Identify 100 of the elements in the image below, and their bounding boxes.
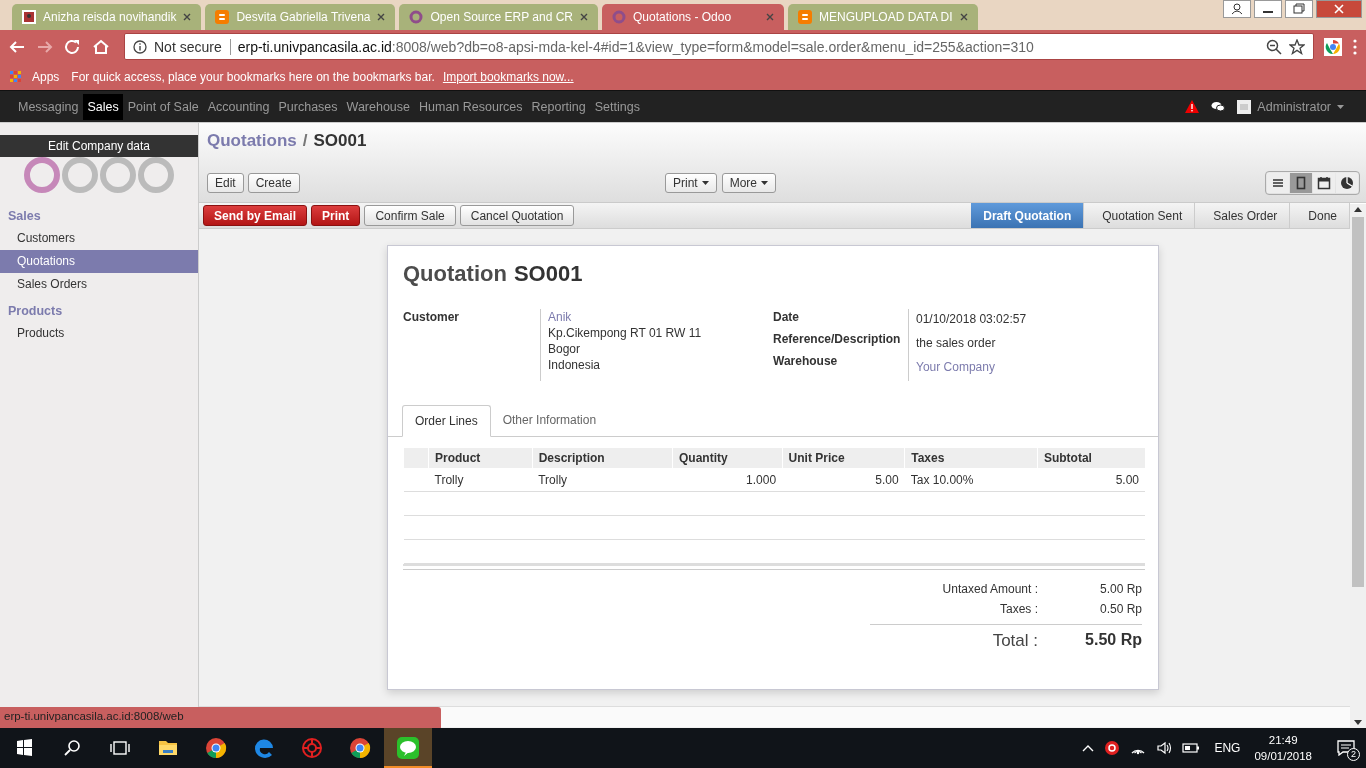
breadcrumb-link[interactable]: Quotations (207, 131, 297, 151)
customer-link[interactable]: Anik (548, 309, 702, 325)
column-header[interactable]: Unit Price (782, 448, 905, 468)
toolbar-button[interactable]: Edit (207, 173, 244, 193)
total-label: Taxes : (999, 602, 1038, 616)
warning-icon[interactable] (1185, 100, 1200, 113)
nav-menu-item[interactable]: Human Resources (415, 93, 527, 120)
scrollbar[interactable] (1350, 204, 1366, 728)
close-icon[interactable] (766, 13, 774, 21)
minimize-icon[interactable] (1254, 0, 1282, 18)
caret-icon (701, 181, 709, 185)
user-icon[interactable] (1223, 0, 1251, 18)
field-value: 01/10/2018 03:02:57 (916, 311, 1027, 327)
pie-chart-icon (1339, 175, 1355, 191)
table-cell: Trolly (532, 468, 673, 492)
field-label: Warehouse (773, 353, 839, 369)
menu-icon[interactable] (1352, 38, 1358, 55)
nav-menu-item[interactable]: Reporting (527, 93, 590, 120)
view-switch-button[interactable] (1290, 173, 1312, 193)
import-bookmarks-link[interactable]: Import bookmarks now... (442, 69, 574, 84)
blogger-icon (215, 10, 230, 24)
table-cell: 5.00 (782, 468, 905, 492)
scroll-up-icon (1354, 207, 1362, 212)
action-button[interactable]: Cancel Quotation (459, 205, 575, 226)
close-icon[interactable] (183, 13, 192, 21)
nav-menu-item[interactable]: Purchases (274, 93, 342, 120)
sidebar-item[interactable]: Sales Orders (0, 273, 198, 296)
column-header[interactable]: Taxes (904, 448, 1038, 468)
status-url: erp-ti.univpancasila.ac.id:8008/web (0, 707, 441, 728)
sidebar-item[interactable]: Customers (0, 227, 198, 250)
form-tab[interactable]: Order Lines (402, 405, 491, 437)
field-link[interactable]: Your Company (916, 357, 1027, 375)
form-title: Quotation (403, 261, 507, 287)
reload-icon[interactable] (64, 38, 82, 55)
sidebar-item[interactable]: Products (0, 322, 198, 345)
volume-icon[interactable] (1156, 741, 1173, 755)
close-icon[interactable] (1316, 0, 1362, 18)
sidebar-item[interactable]: Quotations (0, 250, 198, 273)
edit-company-label[interactable]: Edit Company data (0, 135, 198, 157)
field-value: the sales order (916, 335, 997, 351)
form-tab[interactable]: Other Information (490, 405, 609, 437)
language-indicator[interactable]: ENG (1214, 741, 1241, 755)
user-menu[interactable]: Administrator (1237, 99, 1344, 114)
clock-time[interactable]: 21:49 (1268, 732, 1298, 748)
breadcrumb-separator: / (302, 131, 308, 151)
breadcrumb-current: SO001 (313, 131, 367, 151)
back-icon[interactable] (8, 38, 26, 55)
info-icon (133, 39, 147, 54)
table-cell: 1.000 (672, 468, 783, 492)
zoom-icon[interactable] (1266, 38, 1282, 55)
grand-total-label: Total : (991, 631, 1038, 651)
action-button[interactable]: Confirm Sale (364, 205, 456, 226)
total-value: 5.00 Rp (1098, 582, 1142, 596)
column-header[interactable]: Subtotal (1037, 448, 1145, 468)
close-icon[interactable] (580, 13, 588, 21)
column-header[interactable]: Product (428, 448, 533, 468)
action-button[interactable]: Print (311, 205, 361, 226)
nav-menu-item[interactable]: Sales (83, 93, 123, 120)
extension-icon[interactable] (1324, 37, 1342, 56)
status-stage[interactable]: Draft Quotation (971, 203, 1085, 228)
field-label: Reference/Description (773, 331, 902, 347)
calendar-icon (1316, 175, 1332, 191)
chevron-up-icon[interactable] (1082, 744, 1095, 752)
scroll-down-icon (1354, 720, 1362, 725)
battery-icon[interactable] (1182, 742, 1201, 754)
address-line: Kp.Cikempong RT 01 RW 11 (548, 325, 702, 341)
home-icon[interactable] (92, 38, 110, 55)
column-header[interactable]: Quantity (672, 448, 783, 468)
apps-icon (10, 70, 22, 83)
status-stage[interactable]: Quotation Sent (1084, 203, 1196, 228)
address-field[interactable]: Not secure erp-ti.univpancasila.ac.id:8008/web?db=o8-apsi-mda-kel-4#id=1&view_type=form&model=sale.order&menu_id=255&action=310 (124, 33, 1314, 60)
close-icon[interactable] (377, 13, 386, 21)
notification-count: 2 (1347, 748, 1360, 761)
action-button[interactable]: Send by Email (203, 205, 308, 226)
nav-menu-item[interactable]: Messaging (14, 93, 83, 120)
blogger-icon (798, 10, 812, 24)
taskbar-app[interactable] (384, 728, 432, 768)
apps-link[interactable]: Apps (10, 69, 60, 84)
close-icon[interactable] (959, 13, 968, 21)
view-switch-button[interactable] (1336, 173, 1358, 193)
nav-menu-item[interactable]: Warehouse (342, 93, 414, 120)
dropdown-button[interactable]: More (721, 173, 777, 193)
column-header[interactable]: Description (532, 448, 673, 468)
status-stage[interactable]: Sales Order (1195, 203, 1291, 228)
view-switch-button[interactable] (1267, 173, 1289, 193)
view-switch-button[interactable] (1313, 173, 1335, 193)
nav-menu-item[interactable]: Point of Sale (123, 93, 203, 120)
chat-icon[interactable] (1211, 100, 1226, 113)
dropdown-button[interactable]: Print (665, 173, 717, 193)
grand-total-value: 5.50 Rp (1084, 631, 1142, 650)
clock-date[interactable]: 09/01/2018 (1254, 748, 1312, 764)
notifications-icon[interactable] (1337, 740, 1355, 756)
table-cell: 5.00 (1037, 468, 1145, 492)
star-icon[interactable] (1289, 38, 1305, 55)
nav-menu-item[interactable]: Accounting (203, 93, 274, 120)
browser-tab[interactable]: Quotations - Odoo (602, 4, 784, 30)
nav-menu-item[interactable]: Settings (590, 93, 644, 120)
toolbar-button[interactable]: Create (247, 173, 300, 193)
restore-icon[interactable] (1285, 0, 1313, 18)
field-label: Date (773, 309, 800, 325)
